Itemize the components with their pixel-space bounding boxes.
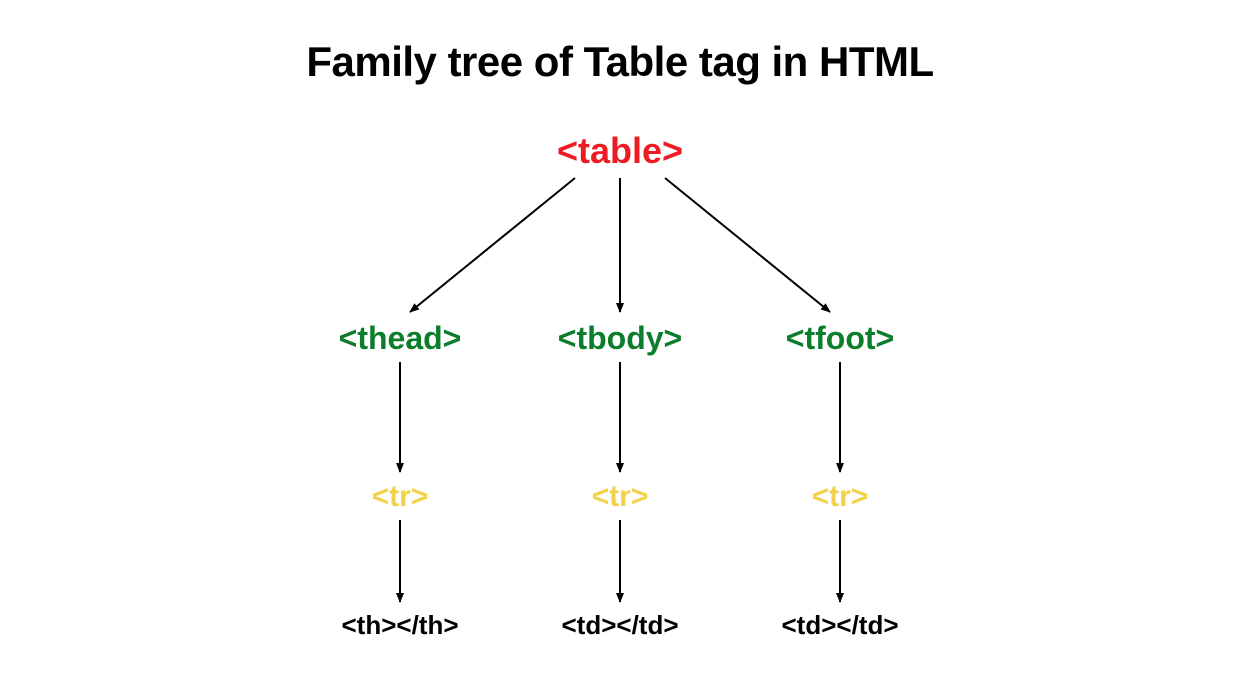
node-table: <table> bbox=[557, 130, 683, 172]
node-tr-2: <tr> bbox=[592, 480, 649, 514]
node-thead: <thead> bbox=[339, 320, 462, 357]
diagram-title: Family tree of Table tag in HTML bbox=[0, 38, 1240, 86]
node-tr-3: <tr> bbox=[812, 480, 869, 514]
node-tbody: <tbody> bbox=[558, 320, 682, 357]
node-tr-1: <tr> bbox=[372, 480, 429, 514]
node-tfoot: <tfoot> bbox=[786, 320, 894, 357]
node-th: <th></th> bbox=[341, 610, 458, 641]
node-td-1: <td></td> bbox=[561, 610, 678, 641]
node-td-2: <td></td> bbox=[781, 610, 898, 641]
diagram-stage: Family tree of Table tag in HTML <table>… bbox=[0, 0, 1240, 700]
